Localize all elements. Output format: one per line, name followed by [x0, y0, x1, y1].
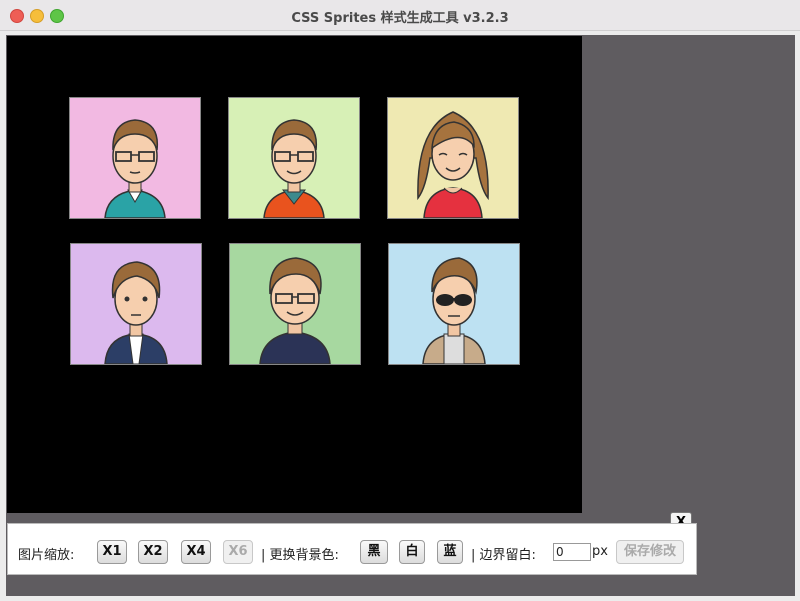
sprite-avatar-3[interactable] [387, 97, 519, 219]
bg-black-button[interactable]: 黑 [360, 540, 388, 564]
margin-label: | 边界留白: [471, 548, 536, 563]
bg-blue-button[interactable]: 蓝 [437, 540, 463, 564]
title-bar: CSS Sprites 样式生成工具 v3.2.3 [0, 0, 800, 31]
margin-input[interactable]: 0 [553, 543, 591, 561]
sprite-avatar-6[interactable] [388, 243, 520, 365]
scale-x6-button[interactable]: X6 [223, 540, 253, 564]
save-changes-button[interactable]: 保存修改 [616, 540, 684, 564]
toolbar: 图片缩放: X1 X2 X4 X6 | 更换背景色: 黑 白 蓝 | 边界留白:… [7, 523, 697, 575]
scale-x1-button[interactable]: X1 [97, 540, 127, 564]
sprite-avatar-2[interactable] [228, 97, 360, 219]
sprite-avatar-1[interactable] [69, 97, 201, 219]
sprite-canvas[interactable] [7, 36, 582, 513]
scale-label: 图片缩放: [18, 548, 75, 563]
bg-white-button[interactable]: 白 [399, 540, 425, 564]
bg-color-label: | 更换背景色: [261, 548, 339, 563]
px-unit-label: px [592, 544, 608, 559]
window-title: CSS Sprites 样式生成工具 v3.2.3 [291, 11, 509, 26]
sprite-avatar-5[interactable] [229, 243, 361, 365]
scale-x4-button[interactable]: X4 [181, 540, 211, 564]
sprite-avatar-4[interactable] [70, 243, 202, 365]
scale-x2-button[interactable]: X2 [138, 540, 168, 564]
